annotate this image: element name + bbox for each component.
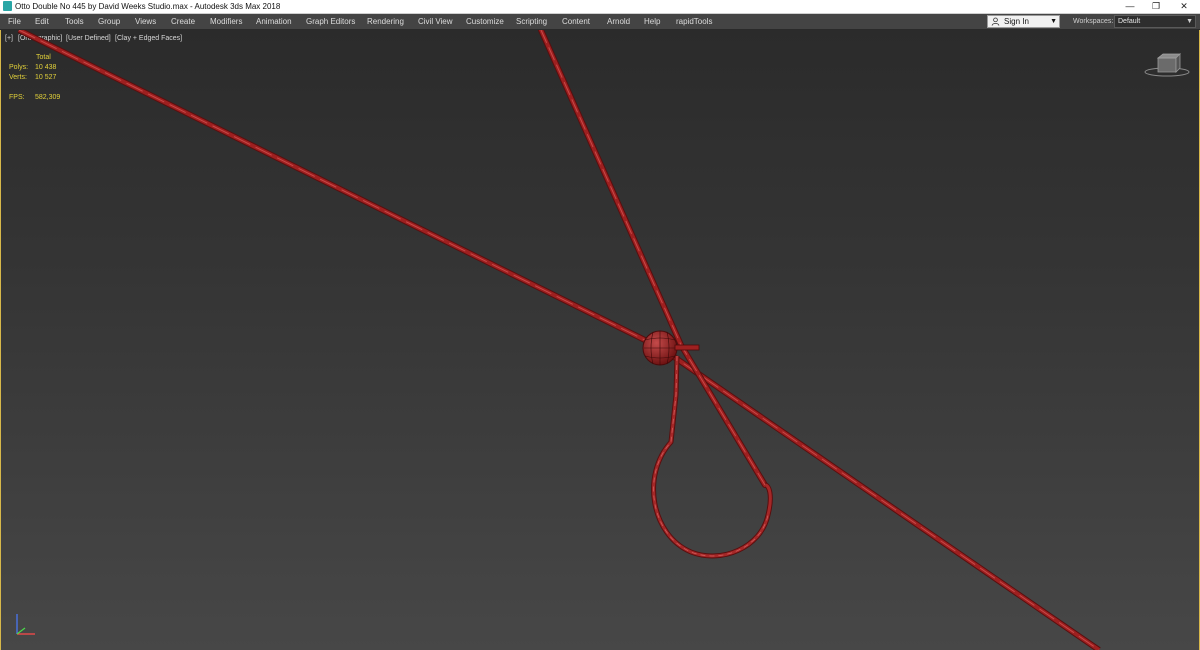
menu-edit[interactable]: Edit: [35, 14, 49, 29]
chevron-down-icon: ▼: [1050, 18, 1057, 25]
window-title: Otto Double No 445 by David Weeks Studio…: [15, 2, 281, 11]
minimize-button[interactable]: —: [1118, 0, 1142, 13]
viewcube-icon[interactable]: [1141, 50, 1191, 80]
sign-in-label: Sign In: [1004, 17, 1029, 26]
menu-civil-view[interactable]: Civil View: [418, 14, 453, 29]
menu-customize[interactable]: Customize: [466, 14, 504, 29]
scene-wire-model[interactable]: [1, 30, 1200, 650]
workspaces-label: Workspaces:: [1073, 18, 1114, 25]
menu-bar: File Edit Tools Group Views Create Modif…: [0, 14, 1200, 30]
restore-button[interactable]: ❐: [1144, 0, 1168, 13]
perspective-viewport[interactable]: [+] [Orthographic] [User Defined] [Clay …: [0, 30, 1200, 650]
menu-arnold[interactable]: Arnold: [607, 14, 630, 29]
menu-animation[interactable]: Animation: [256, 14, 292, 29]
menu-file[interactable]: File: [8, 14, 21, 29]
menu-tools[interactable]: Tools: [65, 14, 84, 29]
string-steep[interactable]: [538, 30, 768, 488]
menu-modifiers[interactable]: Modifiers: [210, 14, 242, 29]
menu-group[interactable]: Group: [98, 14, 120, 29]
title-bar: Otto Double No 445 by David Weeks Studio…: [0, 0, 1200, 14]
chevron-down-icon: ▼: [1186, 18, 1193, 25]
menu-help[interactable]: Help: [644, 14, 660, 29]
axis-tripod-icon: [16, 614, 35, 635]
menu-content[interactable]: Content: [562, 14, 590, 29]
menu-graph-editors[interactable]: Graph Editors: [306, 14, 355, 29]
workspaces-select[interactable]: Default ▼: [1114, 15, 1196, 28]
menu-rendering[interactable]: Rendering: [367, 14, 404, 29]
sign-in-dropdown[interactable]: Sign In ▼: [987, 15, 1060, 28]
3ds-max-icon: [3, 1, 12, 11]
workspaces-value: Default: [1118, 18, 1141, 25]
user-icon: [991, 17, 1000, 26]
menu-scripting[interactable]: Scripting: [516, 14, 547, 29]
close-button[interactable]: ✕: [1172, 0, 1196, 13]
menu-rapidtools[interactable]: rapidTools: [676, 14, 712, 29]
string-long[interactable]: [17, 30, 1101, 650]
menu-create[interactable]: Create: [171, 14, 195, 29]
menu-views[interactable]: Views: [135, 14, 156, 29]
